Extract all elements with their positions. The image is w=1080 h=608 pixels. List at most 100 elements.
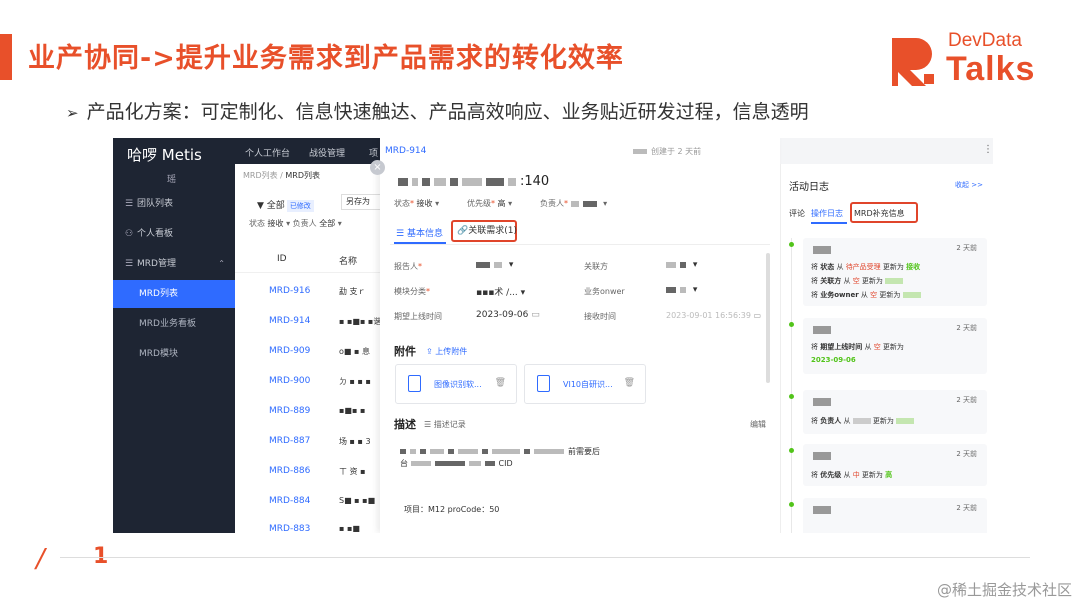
- table-row-name[interactable]: o■ ▪ 息: [339, 346, 370, 357]
- biz-owner-label: 业务onwer: [584, 287, 625, 296]
- logo-devdata-text: DevData: [948, 30, 1022, 51]
- tab-related-requirements[interactable]: 🔗关联需求(1): [451, 220, 517, 242]
- app-sidebar: 哈啰 Metis 瑶 ☰ 团队列表 ⚇ 个人看板 ☰ MRD管理 ⌃ MRD列表 MRD…: [113, 138, 235, 533]
- chevron-up-icon: ⌃: [218, 259, 225, 268]
- sidebar-item-mrd-list[interactable]: MRD列表: [113, 280, 235, 308]
- bullet-arrow-icon: ➢: [66, 104, 79, 122]
- table-row-name[interactable]: ㄉ ▪ ▪ ▪: [339, 376, 371, 387]
- module-value[interactable]: ▪▪▪术 /... ▾: [476, 285, 525, 298]
- file-icon: [537, 375, 550, 392]
- detail-owner[interactable]: 负责人* ▾: [540, 198, 607, 209]
- brand-sub: 瑶: [167, 175, 177, 185]
- collapse-link[interactable]: 收起 >>: [955, 180, 983, 190]
- trash-icon[interactable]: 🗑: [495, 378, 506, 388]
- detail-priority[interactable]: 优先级* 高 ▾: [467, 198, 512, 209]
- attachment-card[interactable]: VI10自研识... 🗑: [524, 364, 646, 404]
- attachment-card[interactable]: 图像识别软... 🗑: [395, 364, 517, 404]
- table-row-id[interactable]: MRD-887: [269, 436, 310, 446]
- nav-campaign-management[interactable]: 战役管理: [309, 146, 345, 159]
- log-entry: 2 天前 将 负责人 从 更新为: [803, 390, 987, 434]
- sidebar-item-mrd-management[interactable]: ☰ MRD管理 ⌃: [113, 250, 235, 278]
- sidebar-item-mrd-business-board[interactable]: MRD业务看板: [113, 310, 235, 338]
- column-header-name[interactable]: 名称: [339, 254, 357, 267]
- table-row-name[interactable]: ▪ ▪■▪ ▪谐: [339, 316, 381, 327]
- logo-talks-text: Talks: [946, 50, 1036, 88]
- metis-screenshot: 哈啰 Metis 瑶 ☰ 团队列表 ⚇ 个人看板 ☰ MRD管理 ⌃ MRD列表 MRD…: [113, 138, 993, 533]
- tab-operation-log[interactable]: 操作日志: [811, 208, 843, 219]
- save-as-button[interactable]: 另存为: [341, 194, 381, 210]
- nav-project[interactable]: 项: [369, 146, 378, 159]
- activity-log-panel: 活动日志 收起 >> 评论 操作日志 MRD补充信息 2 天前 将 状态 从 待…: [780, 164, 993, 533]
- timeline-dot: [789, 242, 794, 247]
- sidebar-item-personal-board[interactable]: ⚇ 个人看板: [113, 220, 235, 248]
- table-row-name[interactable]: ▪■▪ ▪: [339, 406, 365, 415]
- receive-time-value[interactable]: 2023-09-01 16:56:39 ▭: [666, 311, 761, 320]
- table-row-name[interactable]: ㄒ 资 ▪: [339, 466, 366, 477]
- calendar-icon: ▭: [531, 310, 540, 320]
- log-entry: 2 天前 将 优先级 从 中 更新为 高: [803, 444, 987, 486]
- tab-mrd-extra-info[interactable]: MRD补充信息: [854, 208, 905, 219]
- table-row-id[interactable]: MRD-916: [269, 286, 310, 296]
- description-record-link[interactable]: ☰ 描述记录: [424, 419, 466, 430]
- reporter-value[interactable]: ▾: [476, 260, 513, 270]
- attachments-title: 附件: [394, 345, 416, 358]
- tab-basic-info[interactable]: ☰ 基本信息: [396, 226, 443, 239]
- related-party-label: 关联方: [584, 262, 608, 271]
- top-nav: 个人工作台 战役管理 项: [235, 138, 380, 164]
- detail-title: :140: [398, 174, 549, 189]
- trash-icon[interactable]: 🗑: [624, 378, 635, 388]
- expected-date-value[interactable]: 2023-09-06 ▭: [476, 310, 540, 320]
- avatar: [813, 398, 831, 406]
- detail-mrd-id[interactable]: MRD-914: [385, 146, 426, 156]
- table-row-id[interactable]: MRD-914: [269, 316, 310, 326]
- menu-icon: ☰: [125, 259, 134, 269]
- user-icon: ⚇: [125, 229, 134, 239]
- upload-icon: ⇪: [426, 347, 433, 356]
- edit-link[interactable]: 编辑: [750, 419, 766, 430]
- slide-title: 业产协同->提升业务需求到产品需求的转化效率: [28, 43, 624, 74]
- footer-divider: [60, 557, 1030, 558]
- upload-attachment-link[interactable]: ⇪ 上传附件: [426, 346, 467, 357]
- divider: [390, 244, 770, 245]
- table-row-id[interactable]: MRD-886: [269, 466, 310, 476]
- tab-comments[interactable]: 评论: [789, 208, 805, 219]
- sidebar-item-mrd-module[interactable]: MRD模块: [113, 340, 235, 368]
- table-row-id[interactable]: MRD-900: [269, 376, 310, 386]
- table-row-id[interactable]: MRD-889: [269, 406, 310, 416]
- attachment-name: 图像识别软...: [434, 380, 482, 389]
- reporter-label: 报告人*: [394, 262, 422, 271]
- sidebar-item-team-list[interactable]: ☰ 团队列表: [113, 190, 235, 218]
- more-vertical-icon[interactable]: ⋮: [983, 144, 993, 155]
- watermark: @稀土掘金技术社区: [936, 581, 1072, 599]
- avatar: [813, 246, 831, 254]
- mrd-detail-panel: MRD-914 :140 状态* 接收 ▾ 优先级* 高 ▾ 负责人* ▾ ☰ …: [380, 138, 780, 533]
- table-row-name[interactable]: ▪ ▪■: [339, 524, 360, 533]
- table-row-id[interactable]: MRD-883: [269, 524, 310, 533]
- table-row-id[interactable]: MRD-909: [269, 346, 310, 356]
- footer-slash: /: [36, 544, 45, 574]
- active-tab-indicator: [811, 222, 847, 224]
- mrd-list-panel: MRD列表 / MRD列表 ▼ 全部 已修改 另存为 状态 接收 ▾ 负责人 全部…: [235, 164, 381, 533]
- activity-title: 活动日志: [789, 182, 829, 193]
- table-row-name[interactable]: 场 ▪ ▪ 3: [339, 436, 371, 447]
- detail-title-suffix: :140: [520, 174, 550, 189]
- related-party-value[interactable]: ▾: [666, 260, 697, 270]
- list-icon: ☰: [125, 199, 134, 209]
- log-entry: 2 天前: [803, 498, 987, 533]
- table-row-name[interactable]: 勐 支ｒ: [339, 286, 366, 297]
- subtitle-text: 产品化方案：可定制化、信息快速触达、产品高效响应、业务贴近研发过程，信息透明: [86, 101, 809, 123]
- avatar: [813, 452, 831, 460]
- table-row-id[interactable]: MRD-884: [269, 496, 310, 506]
- detail-scrollbar[interactable]: [766, 253, 770, 383]
- biz-owner-value[interactable]: ▾: [666, 285, 697, 295]
- description-title: 描述: [394, 418, 416, 431]
- table-row-name[interactable]: S■ ▪ ▪■: [339, 496, 375, 505]
- timeline-line: [791, 238, 792, 533]
- timeline-dot: [789, 394, 794, 399]
- column-header-id[interactable]: ID: [277, 254, 287, 264]
- filter-row[interactable]: 状态 接收 ▾ 负责人 全部 ▾: [249, 218, 342, 229]
- detail-status[interactable]: 状态* 接收 ▾: [394, 198, 439, 209]
- nav-personal-workbench[interactable]: 个人工作台: [245, 146, 290, 159]
- view-filter[interactable]: ▼ 全部 已修改: [257, 198, 314, 212]
- close-icon[interactable]: ×: [370, 160, 385, 175]
